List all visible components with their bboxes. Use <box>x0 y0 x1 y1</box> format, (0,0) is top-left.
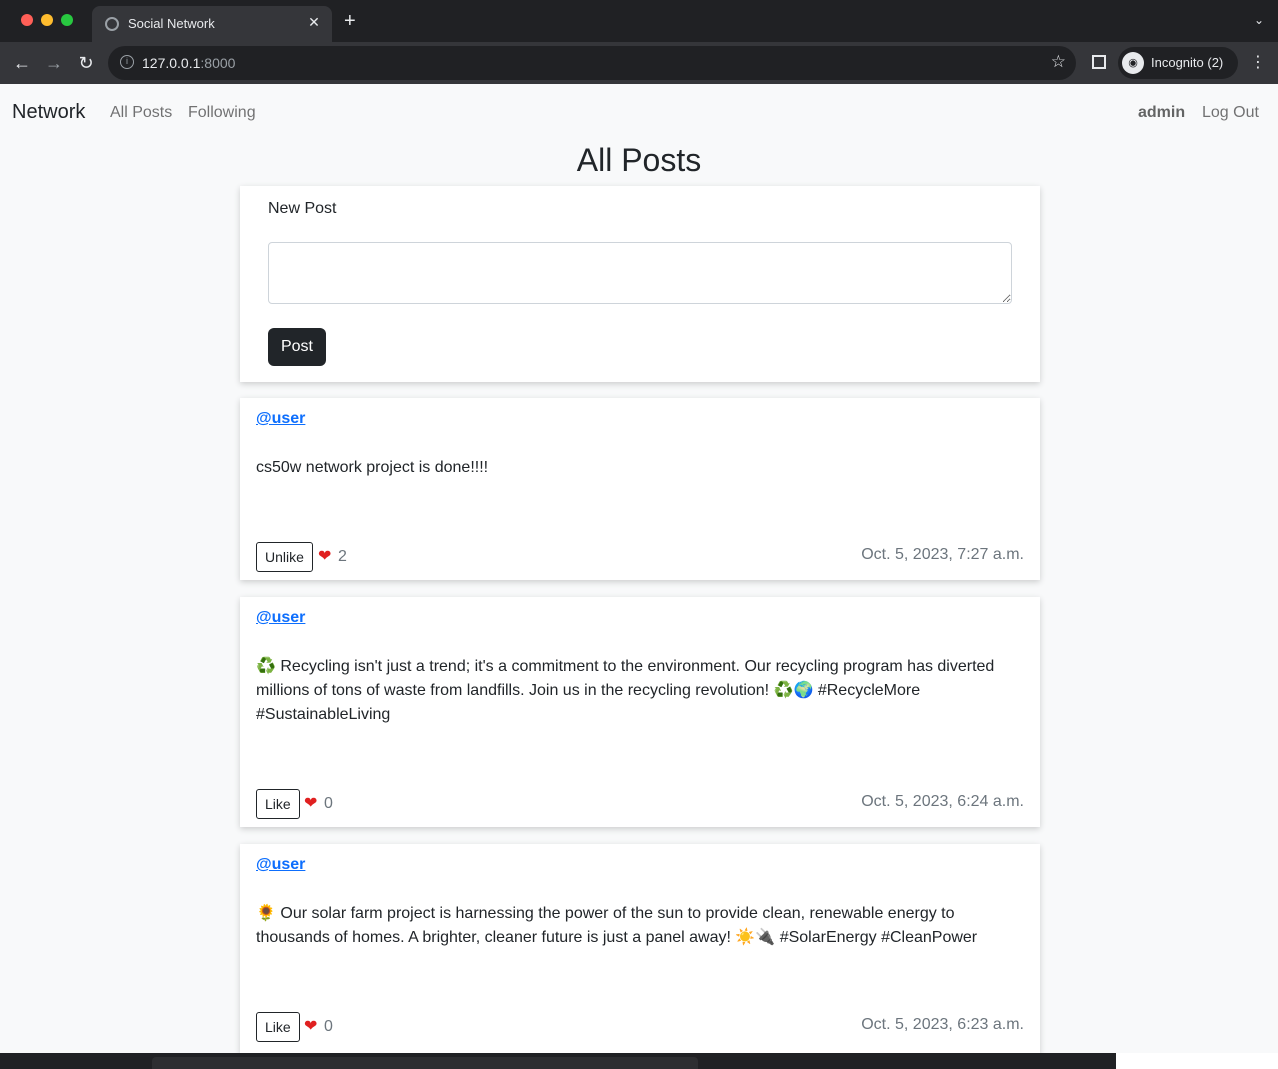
post-content: cs50w network project is done!!!! <box>256 459 489 476</box>
tab-close-icon[interactable]: ✕ <box>306 14 322 31</box>
os-dock-bar <box>0 1053 1116 1069</box>
browser-tab[interactable]: Social Network ✕ <box>92 6 332 42</box>
nav-logout[interactable]: Log Out <box>1202 104 1259 122</box>
heart-icon: ❤ <box>318 548 332 565</box>
url-text: 127.0.0.1:8000 <box>142 55 235 71</box>
like-count: 0 <box>324 795 333 812</box>
post-timestamp: Oct. 5, 2023, 6:23 a.m. <box>861 1016 1024 1033</box>
window-zoom-button[interactable] <box>61 14 73 26</box>
back-arrow-icon[interactable]: ← <box>10 51 34 75</box>
post-content: 🌻 Our solar farm project is harnessing t… <box>256 905 978 946</box>
heart-icon: ❤ <box>304 1018 318 1035</box>
dock-edge <box>1116 1053 1278 1069</box>
page: Network All Posts Following admin Log Ou… <box>0 84 1278 1069</box>
site-info-icon[interactable]: i <box>120 55 134 69</box>
nav-username[interactable]: admin <box>1138 104 1185 122</box>
heart-icon: ❤ <box>304 795 318 812</box>
new-post-label: New Post <box>268 200 337 217</box>
browser-menu-icon[interactable]: ⋮ <box>1250 52 1266 72</box>
post-author-link[interactable]: @user <box>256 410 305 428</box>
browser-chrome: Social Network ✕ + ⌄ ← → ↻ i 127.0.0.1:8… <box>0 0 1278 84</box>
page-title: All Posts <box>576 142 702 178</box>
like-count: 0 <box>324 1018 333 1035</box>
profile-label: Incognito (2) <box>1151 55 1224 70</box>
new-post-card: New Post Post <box>240 186 1040 382</box>
browser-toolbar: ← → ↻ i 127.0.0.1:8000 ☆ ◉ Incognito (2)… <box>0 42 1278 84</box>
post-author-link[interactable]: @user <box>256 609 305 627</box>
tab-strip: Social Network ✕ + ⌄ <box>0 0 1278 42</box>
url-port: :8000 <box>200 55 236 71</box>
side-panel-icon[interactable] <box>1092 55 1106 69</box>
post-card: @user 🌻 Our solar farm project is harnes… <box>240 844 1040 1054</box>
window-minimize-button[interactable] <box>41 14 53 26</box>
brand-link[interactable]: Network <box>12 101 85 124</box>
post-card: @user ♻️ Recycling isn't just a trend; i… <box>240 597 1040 827</box>
forward-arrow-icon[interactable]: → <box>42 51 66 75</box>
post-card: @user cs50w network project is done!!!! … <box>240 398 1040 580</box>
address-bar[interactable]: i 127.0.0.1:8000 ☆ <box>108 46 1076 80</box>
url-host: 127.0.0.1 <box>142 55 201 71</box>
like-button[interactable]: Like <box>256 789 300 819</box>
globe-icon <box>105 17 119 31</box>
tab-title: Social Network <box>128 16 215 31</box>
post-button[interactable]: Post <box>268 328 326 366</box>
reload-icon[interactable]: ↻ <box>74 51 98 75</box>
post-timestamp: Oct. 5, 2023, 7:27 a.m. <box>861 546 1024 563</box>
window-close-button[interactable] <box>21 14 33 26</box>
unlike-button[interactable]: Unlike <box>256 542 313 572</box>
post-timestamp: Oct. 5, 2023, 6:24 a.m. <box>861 793 1024 810</box>
profile-button[interactable]: ◉ Incognito (2) <box>1118 47 1238 79</box>
nav-all-posts[interactable]: All Posts <box>110 104 172 122</box>
site-navbar: Network All Posts Following admin Log Ou… <box>0 84 1278 140</box>
bookmark-star-icon[interactable]: ☆ <box>1051 52 1066 72</box>
like-count: 2 <box>338 548 347 565</box>
post-author-link[interactable]: @user <box>256 856 305 874</box>
incognito-icon: ◉ <box>1122 52 1144 74</box>
new-post-textarea[interactable] <box>268 242 1012 304</box>
tab-search-chevron-icon[interactable]: ⌄ <box>1254 13 1264 27</box>
post-content: ♻️ Recycling isn't just a trend; it's a … <box>256 658 995 723</box>
like-button[interactable]: Like <box>256 1012 300 1042</box>
new-tab-button[interactable]: + <box>344 11 356 31</box>
dock-search-field <box>152 1057 698 1069</box>
nav-following[interactable]: Following <box>188 104 256 122</box>
